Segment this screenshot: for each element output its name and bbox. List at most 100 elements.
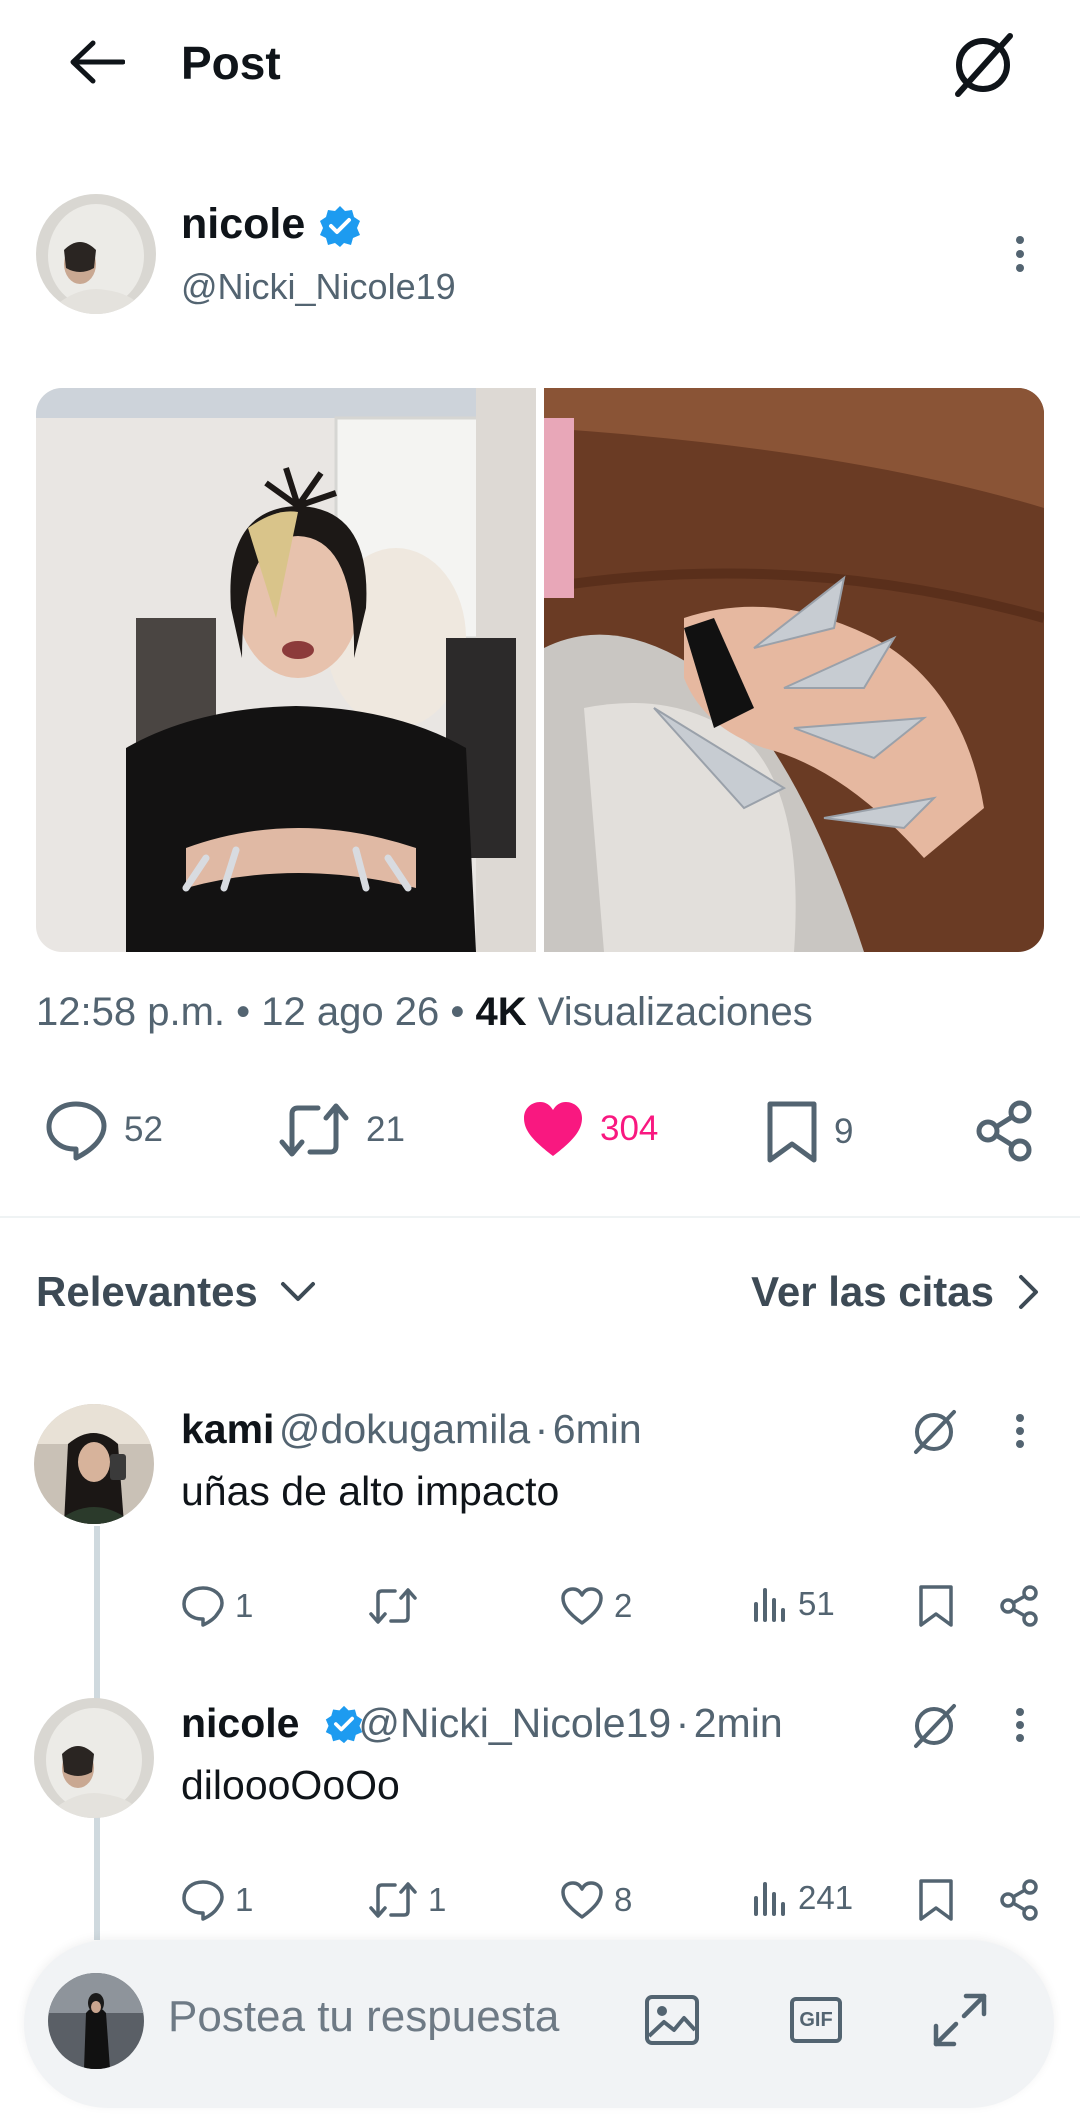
reply-like-button[interactable]: 2 xyxy=(560,1586,632,1626)
repost-icon xyxy=(369,1588,417,1624)
comment-count: 1 xyxy=(235,1587,254,1624)
quotes-label: Ver las citas xyxy=(751,1268,994,1315)
chevron-right-icon xyxy=(1019,1275,1038,1309)
reply-author-handle[interactable]: @Nicki_Nicole19 xyxy=(358,1700,671,1746)
reply-author-handle[interactable]: @dokugamila xyxy=(279,1406,530,1452)
separator: · xyxy=(534,1406,549,1452)
bookmark-count: 9 xyxy=(834,1112,854,1151)
views-count: 241 xyxy=(798,1879,854,1916)
post-time: 12:58 p.m. xyxy=(36,990,226,1034)
grok-icon[interactable] xyxy=(908,1406,960,1458)
reply-comment-button[interactable]: 1 xyxy=(181,1878,253,1922)
like-count: 304 xyxy=(600,1109,659,1148)
dot-icon xyxy=(1016,250,1024,258)
avatar-image xyxy=(34,1404,154,1524)
bookmark-icon xyxy=(767,1101,817,1163)
bookmark-button[interactable]: 9 xyxy=(766,1100,853,1164)
reply-avatar[interactable] xyxy=(34,1404,154,1524)
repost-count: 1 xyxy=(428,1881,447,1918)
reply-more-button[interactable] xyxy=(1016,1708,1024,1742)
post-date: 12 ago 26 xyxy=(261,990,440,1034)
more-options-button[interactable] xyxy=(1016,236,1024,272)
reply-author-name[interactable]: kami xyxy=(181,1406,274,1452)
chevron-down-icon xyxy=(280,1282,315,1301)
post-metadata: 12:58 p.m. • 12 ago 26 • 4K Visualizacio… xyxy=(36,990,813,1035)
expand-composer-button[interactable] xyxy=(930,1990,990,2050)
gif-icon: GIF xyxy=(790,1997,842,2043)
thread-line xyxy=(94,1820,100,1940)
view-count: 4K xyxy=(475,990,527,1034)
reply-avatar[interactable] xyxy=(34,1698,154,1818)
separator: • xyxy=(236,990,251,1034)
arrow-left-icon xyxy=(70,40,125,84)
reply-text: dilooоOoOo xyxy=(181,1762,400,1808)
verified-badge-icon xyxy=(320,206,360,247)
reply-more-button[interactable] xyxy=(1016,1414,1024,1448)
add-gif-button[interactable]: GIF xyxy=(786,1992,846,2048)
grok-icon[interactable] xyxy=(908,1700,960,1752)
reply-author-name[interactable]: nicole xyxy=(181,1700,299,1746)
comment-count: 1 xyxy=(235,1881,254,1918)
dot-icon xyxy=(1016,1414,1024,1422)
like-button[interactable]: 304 xyxy=(522,1100,658,1158)
bookmark-icon[interactable] xyxy=(918,1584,954,1628)
my-avatar[interactable] xyxy=(48,1973,144,2069)
heart-icon xyxy=(561,1587,603,1625)
back-button[interactable] xyxy=(60,30,134,94)
like-count: 8 xyxy=(614,1881,633,1918)
repost-icon xyxy=(279,1103,349,1157)
comment-icon xyxy=(46,1101,107,1161)
repost-button[interactable]: 21 xyxy=(278,1100,405,1160)
add-image-button[interactable] xyxy=(642,1990,702,2050)
reply-button[interactable]: 52 xyxy=(44,1098,163,1162)
grok-icon xyxy=(955,33,1013,97)
dot-icon xyxy=(1016,264,1024,272)
reply-input[interactable]: Postea tu respuesta xyxy=(168,1992,559,2042)
reply-views-button[interactable]: 241 xyxy=(752,1878,853,1918)
avatar-image xyxy=(36,194,156,314)
views-label: Visualizaciones xyxy=(537,990,813,1034)
repost-count: 21 xyxy=(366,1110,405,1149)
verified-badge-icon xyxy=(325,1705,363,1744)
dot-icon xyxy=(1016,1708,1024,1716)
comment-icon xyxy=(182,1586,224,1627)
reply-repost-button[interactable] xyxy=(368,1586,428,1626)
expand-icon xyxy=(933,1993,987,2047)
analytics-icon xyxy=(754,1882,785,1916)
author-name: nicole xyxy=(181,200,306,248)
reply-text: uñas de alto impacto xyxy=(181,1468,560,1514)
bookmark-icon[interactable] xyxy=(918,1878,954,1922)
reply-header: kami @dokugamila · 6min xyxy=(181,1406,642,1453)
divider xyxy=(0,1216,1080,1218)
comment-icon xyxy=(182,1880,224,1921)
sort-label: Relevantes xyxy=(36,1268,258,1315)
author-avatar[interactable] xyxy=(36,194,156,314)
sort-dropdown[interactable]: Relevantes xyxy=(36,1268,316,1316)
grok-button[interactable] xyxy=(946,28,1020,102)
post-photo-2[interactable] xyxy=(544,388,1044,952)
reply-header: nicole @Nicki_Nicole19 · 2min xyxy=(181,1700,783,1747)
dot-icon xyxy=(1016,1440,1024,1448)
dot-icon xyxy=(1016,1427,1024,1435)
reply-time: 2min xyxy=(693,1700,783,1746)
share-button[interactable] xyxy=(974,1100,1034,1162)
reply-time: 6min xyxy=(552,1406,642,1452)
reply-views-button[interactable]: 51 xyxy=(752,1584,835,1624)
separator: · xyxy=(675,1700,690,1746)
reply-like-button[interactable]: 8 xyxy=(560,1880,632,1920)
page-title: Post xyxy=(181,37,281,89)
dot-icon xyxy=(1016,1721,1024,1729)
like-count: 2 xyxy=(614,1587,633,1624)
reply-repost-button[interactable]: 1 xyxy=(368,1880,446,1920)
analytics-icon xyxy=(754,1588,785,1622)
top-bar: Post xyxy=(0,0,1080,130)
author-name-row[interactable]: nicole xyxy=(181,200,305,249)
post-photo-1[interactable] xyxy=(36,388,536,952)
share-icon[interactable] xyxy=(998,1584,1040,1628)
heart-icon xyxy=(561,1881,603,1919)
photo-woman-portrait xyxy=(36,388,536,952)
author-handle[interactable]: @Nicki_Nicole19 xyxy=(181,266,456,308)
view-quotes-link[interactable]: Ver las citas xyxy=(751,1268,1040,1316)
reply-comment-button[interactable]: 1 xyxy=(181,1584,253,1628)
share-icon[interactable] xyxy=(998,1878,1040,1922)
